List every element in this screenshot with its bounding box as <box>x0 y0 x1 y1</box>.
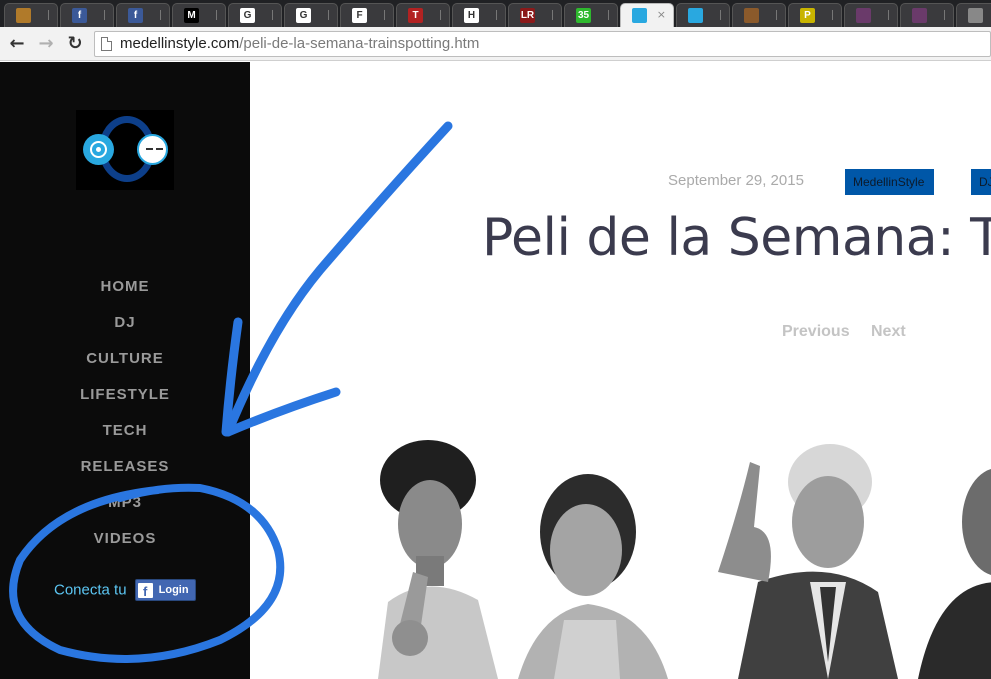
facebook-icon: f <box>137 583 153 599</box>
swirl-icon <box>856 8 871 23</box>
browser-tab[interactable]: G <box>284 3 338 27</box>
forward-arrow-icon[interactable]: → <box>35 33 57 55</box>
reload-icon[interactable]: ↻ <box>64 33 86 55</box>
facebook-login-button[interactable]: f Login <box>134 579 196 601</box>
tag-medellinstyle[interactable]: MedellinStyle <box>845 169 934 195</box>
previous-link[interactable]: Previous <box>782 323 850 341</box>
tab-close-icon[interactable]: × <box>657 8 666 21</box>
tag-dj[interactable]: DJ <box>971 169 991 195</box>
tab-separator <box>944 10 945 20</box>
browser-tab[interactable] <box>4 3 58 27</box>
tab-separator <box>608 10 609 20</box>
sidebar: HOME DJ CULTURE LIFESTYLE TECH RELEASES … <box>0 62 250 679</box>
browser-tab[interactable] <box>732 3 786 27</box>
menu-item-culture[interactable]: CULTURE <box>0 350 250 386</box>
image-thumb-icon <box>744 8 759 23</box>
browser-tab[interactable] <box>676 3 730 27</box>
browser-tab[interactable]: 35 <box>564 3 618 27</box>
site-logo[interactable] <box>76 110 174 190</box>
swirl-icon <box>912 8 927 23</box>
tab-separator <box>440 10 441 20</box>
back-arrow-icon[interactable]: ← <box>6 33 28 55</box>
medium-m-icon: M <box>184 8 199 23</box>
box-icon <box>16 8 31 23</box>
browser-tab[interactable]: T <box>396 3 450 27</box>
next-link[interactable]: Next <box>871 323 906 341</box>
movie-cast-photo <box>358 432 991 679</box>
menu-item-videos[interactable]: VIDEOS <box>0 530 250 566</box>
google-icon: G <box>240 8 255 23</box>
badge-35-icon: 35 <box>576 8 591 23</box>
browser-tab[interactable]: × <box>620 3 674 27</box>
f-letter-icon: F <box>352 8 367 23</box>
tab-separator <box>328 10 329 20</box>
main-menu: HOME DJ CULTURE LIFESTYLE TECH RELEASES … <box>0 278 250 566</box>
t-letter-icon: T <box>408 8 423 23</box>
tab-separator <box>48 10 49 20</box>
post-title: Peli de la Semana: Trainspotting <box>482 208 991 268</box>
logo-target-icon <box>83 134 114 165</box>
facebook-connect: Conecta tu f Login <box>54 579 196 601</box>
tab-separator <box>160 10 161 20</box>
browser-tab[interactable] <box>844 3 898 27</box>
browser-tab[interactable]: LR <box>508 3 562 27</box>
tab-separator <box>496 10 497 20</box>
facebook-login-label: Login <box>158 584 189 596</box>
menu-item-home[interactable]: HOME <box>0 278 250 314</box>
url-text: medellinstyle.com/peli-de-la-semana-trai… <box>120 35 479 52</box>
menu-item-dj[interactable]: DJ <box>0 314 250 350</box>
tab-strip: f f M G G F T H LR 35 × P <box>0 0 991 27</box>
browser-tab[interactable]: F <box>340 3 394 27</box>
tab-separator <box>776 10 777 20</box>
menu-item-lifestyle[interactable]: LIFESTYLE <box>0 386 250 422</box>
logo-face-icon <box>137 134 168 165</box>
url-host: medellinstyle.com <box>120 35 240 52</box>
h-letter-icon: H <box>464 8 479 23</box>
menu-item-mp3[interactable]: MP3 <box>0 494 250 530</box>
tab-separator <box>720 10 721 20</box>
tab-separator <box>888 10 889 20</box>
tab-separator <box>216 10 217 20</box>
menu-item-releases[interactable]: RELEASES <box>0 458 250 494</box>
page-icon <box>101 37 112 51</box>
browser-tab[interactable] <box>900 3 954 27</box>
medellinstyle-icon <box>688 8 703 23</box>
facebook-notification-icon: f <box>128 8 143 23</box>
google-icon: G <box>296 8 311 23</box>
browser-tab[interactable]: H <box>452 3 506 27</box>
browser-tab[interactable] <box>956 3 991 27</box>
globe-icon <box>968 8 983 23</box>
tab-separator <box>384 10 385 20</box>
menu-item-tech[interactable]: TECH <box>0 422 250 458</box>
url-path: /peli-de-la-semana-trainspotting.htm <box>239 35 480 52</box>
browser-tab[interactable]: M <box>172 3 226 27</box>
tab-separator <box>832 10 833 20</box>
address-bar[interactable]: medellinstyle.com/peli-de-la-semana-trai… <box>94 31 991 57</box>
facebook-connect-label: Conecta tu <box>54 581 127 599</box>
tab-separator <box>104 10 105 20</box>
browser-tab[interactable]: P <box>788 3 842 27</box>
browser-toolbar: ← → ↻ medellinstyle.com/peli-de-la-seman… <box>0 27 991 61</box>
medellinstyle-icon <box>632 8 647 23</box>
p-letter-icon: P <box>800 8 815 23</box>
tab-separator <box>272 10 273 20</box>
browser-tab[interactable]: f <box>60 3 114 27</box>
tab-separator <box>552 10 553 20</box>
lr-icon: LR <box>520 8 535 23</box>
facebook-icon: f <box>72 8 87 23</box>
post-date: September 29, 2015 <box>668 172 804 189</box>
browser-tab[interactable]: f <box>116 3 170 27</box>
browser-tab[interactable]: G <box>228 3 282 27</box>
post-content: September 29, 2015 MedellinStyle DJ Peli… <box>250 62 991 679</box>
